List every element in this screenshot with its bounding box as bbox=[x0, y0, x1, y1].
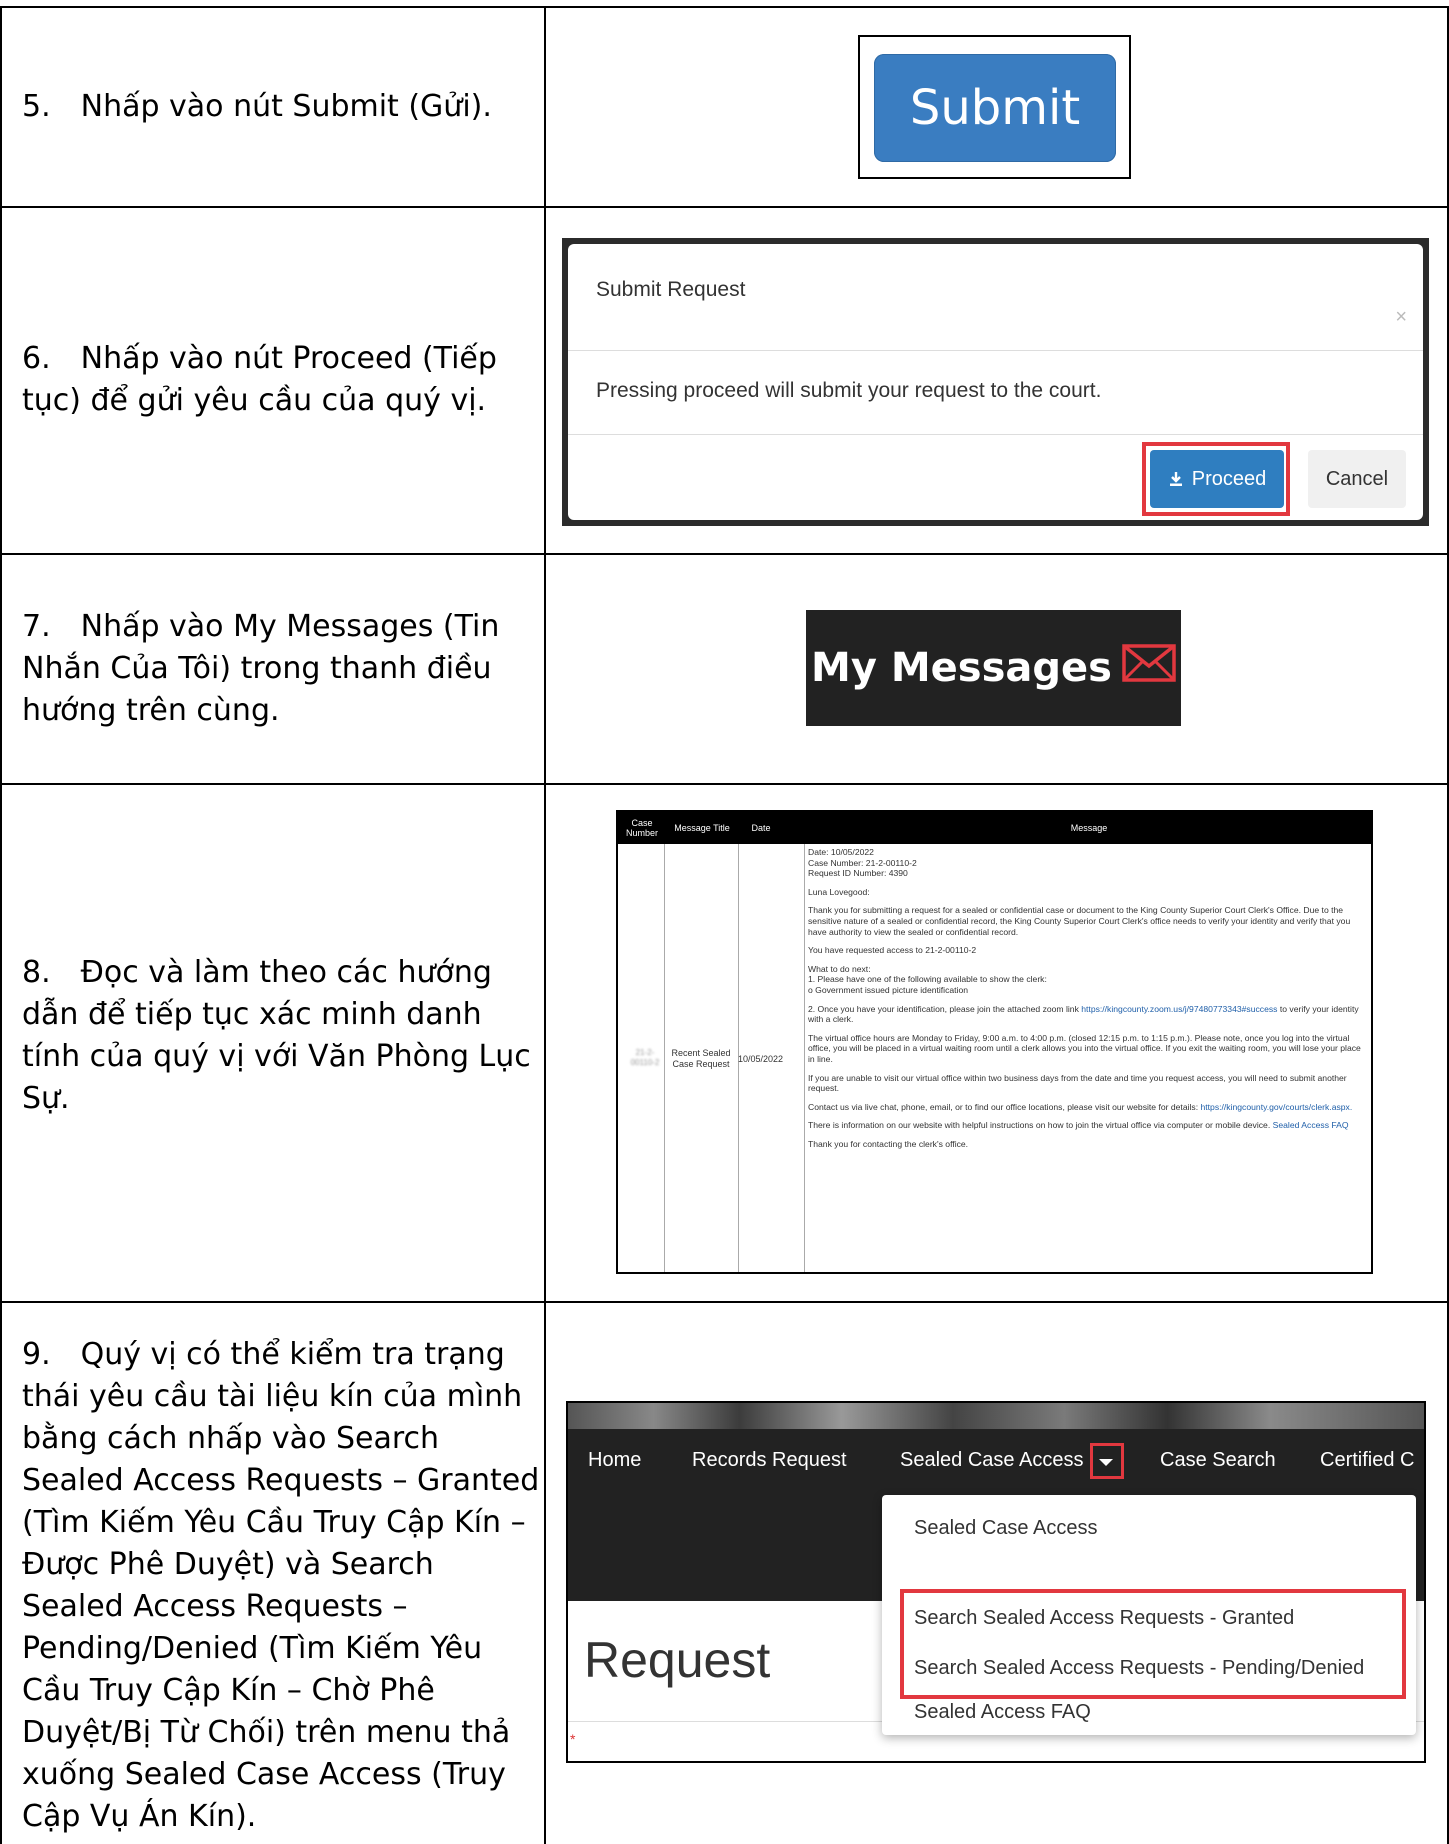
nav-records-request[interactable]: Records Request bbox=[692, 1449, 847, 1472]
step-7-text: 7. Nhấp vào My Messages (Tin Nhắn Của Tôi… bbox=[22, 606, 542, 732]
message-line: Date: 10/05/2022 bbox=[808, 847, 874, 857]
message-table-screenshot: Case Number Message Title Date Message 2… bbox=[616, 810, 1373, 1274]
case-number-cell[interactable]: 21-2-00110-2 bbox=[628, 1048, 662, 1068]
step-text: Nhấp vào nút Submit (Gửi). bbox=[80, 89, 492, 124]
cancel-button[interactable]: Cancel bbox=[1308, 450, 1406, 508]
modal-header-divider bbox=[568, 350, 1423, 351]
row-divider-1 bbox=[0, 206, 1449, 208]
dropdown-item-sealed-case-access[interactable]: Sealed Case Access bbox=[914, 1517, 1097, 1540]
column-line bbox=[664, 844, 665, 1272]
my-messages-screenshot: My Messages bbox=[806, 610, 1181, 726]
submit-request-modal-screenshot: Submit Request × Pressing proceed will s… bbox=[562, 238, 1429, 526]
step-5-text: 5. Nhấp vào nút Submit (Gửi). bbox=[22, 86, 542, 128]
dropdown-item-sealed-access-faq[interactable]: Sealed Access FAQ bbox=[914, 1701, 1091, 1724]
step-text: Đọc và làm theo các hướng dẫn để tiếp tụ… bbox=[22, 955, 531, 1116]
message-cell: Date: 10/05/2022 Case Number: 21-2-00110… bbox=[808, 847, 1366, 1157]
page-heading: Request bbox=[584, 1632, 771, 1688]
nav-home[interactable]: Home bbox=[588, 1449, 641, 1472]
zoom-link[interactable]: https://kingcounty.zoom.us/j/97480773343… bbox=[1081, 1004, 1277, 1014]
message-line: Luna Lovegood: bbox=[808, 886, 870, 897]
step-8-text: 8. Đọc và làm theo các hướng dẫn để tiếp … bbox=[22, 952, 542, 1120]
step-text: Nhấp vào nút Proceed (Tiếp tục) để gửi y… bbox=[22, 341, 497, 418]
header-date: Date bbox=[751, 823, 771, 833]
message-line: Thank you for contacting the clerk's off… bbox=[808, 1138, 969, 1149]
message-line: 2. Once you have your identification, pl… bbox=[808, 1003, 1082, 1014]
dropdown-item-search-pending-denied[interactable]: Search Sealed Access Requests - Pending/… bbox=[914, 1657, 1364, 1680]
table-column-divider bbox=[544, 6, 546, 1844]
message-line: Request ID Number: 4390 bbox=[808, 868, 908, 879]
table-border-top bbox=[0, 6, 1449, 8]
required-mark: * bbox=[570, 1731, 576, 1747]
step-number: 5. bbox=[22, 89, 51, 124]
proceed-button[interactable]: Proceed bbox=[1150, 450, 1284, 508]
modal-footer-divider bbox=[568, 434, 1423, 435]
message-line: o Government issued picture identificati… bbox=[808, 984, 969, 995]
submit-screenshot: Submit bbox=[858, 35, 1131, 179]
clerk-website-link[interactable]: https://kingcounty.gov/courts/clerk.aspx… bbox=[1201, 1102, 1353, 1112]
caret-down-icon[interactable] bbox=[1099, 1459, 1113, 1466]
submit-request-modal: Submit Request × Pressing proceed will s… bbox=[568, 244, 1423, 520]
column-line bbox=[804, 844, 805, 1272]
top-navigation-bar: Home Records Request Sealed Case Access … bbox=[568, 1429, 1424, 1491]
nav-certified[interactable]: Certified C bbox=[1320, 1449, 1414, 1472]
modal-body-text: Pressing proceed will submit your reques… bbox=[596, 379, 1102, 402]
message-title-cell: Recent Sealed Case Request bbox=[671, 1048, 731, 1069]
modal-title: Submit Request bbox=[596, 278, 746, 301]
message-line: What to do next: bbox=[808, 963, 871, 974]
nav-case-search[interactable]: Case Search bbox=[1160, 1449, 1276, 1472]
sealed-access-faq-link[interactable]: Sealed Access FAQ bbox=[1273, 1120, 1349, 1130]
step-number: 9. bbox=[22, 1337, 51, 1372]
message-line: Contact us via live chat, phone, email, … bbox=[808, 1101, 1201, 1112]
close-icon[interactable]: × bbox=[1395, 306, 1407, 329]
date-cell: 10/05/2022 bbox=[738, 1054, 784, 1064]
row-divider-2 bbox=[0, 553, 1449, 555]
step-text: Nhấp vào My Messages (Tin Nhắn Của Tôi) … bbox=[22, 609, 500, 728]
header-case-number: Case Number bbox=[625, 818, 658, 838]
row-divider-4 bbox=[0, 1301, 1449, 1303]
message-line: You have requested access to 21-2-00110-… bbox=[808, 945, 977, 956]
proceed-label: Proceed bbox=[1191, 467, 1267, 490]
message-line: The virtual office hours are Monday to F… bbox=[808, 1032, 1361, 1064]
message-line: There is information on our website with… bbox=[808, 1120, 1273, 1131]
message-line: 1. Please have one of the following avai… bbox=[808, 974, 1047, 985]
envelope-icon[interactable] bbox=[1122, 644, 1176, 682]
dropdown-item-search-granted[interactable]: Search Sealed Access Requests - Granted bbox=[914, 1607, 1294, 1630]
nav-sealed-case-access[interactable]: Sealed Case Access bbox=[900, 1449, 1083, 1472]
message-line: Case Number: 21-2-00110-2 bbox=[808, 857, 917, 868]
table-border-left bbox=[0, 6, 2, 1844]
step-text: Quý vị có thể kiểm tra trạng thái yêu cầ… bbox=[22, 1337, 540, 1834]
step-6-text: 6. Nhấp vào nút Proceed (Tiếp tục) để gửi… bbox=[22, 338, 542, 422]
step-number: 8. bbox=[22, 955, 51, 990]
dropdown-highlight-box bbox=[900, 1589, 1406, 1699]
step-9-text: 9. Quý vị có thể kiểm tra trạng thái yêu … bbox=[22, 1334, 542, 1838]
my-messages-link[interactable]: My Messages bbox=[811, 645, 1112, 691]
step-number: 7. bbox=[22, 609, 51, 644]
message-line: If you are unable to visit our virtual o… bbox=[808, 1072, 1347, 1094]
row-divider-3 bbox=[0, 783, 1449, 785]
message-table-header: Case Number Message Title Date Message bbox=[618, 812, 1371, 844]
download-icon bbox=[1169, 472, 1182, 486]
message-line: Thank you for submitting a request for a… bbox=[808, 905, 1351, 937]
sealed-case-access-menu-screenshot: Home Records Request Sealed Case Access … bbox=[566, 1401, 1426, 1763]
header-banner-image bbox=[568, 1403, 1424, 1429]
submit-button[interactable]: Submit bbox=[874, 54, 1116, 162]
sealed-case-access-dropdown: Sealed Case Access Search Sealed Access … bbox=[882, 1495, 1416, 1735]
header-message-title: Message Title bbox=[674, 823, 730, 833]
header-message: Message bbox=[1070, 823, 1108, 833]
step-number: 6. bbox=[22, 341, 51, 376]
